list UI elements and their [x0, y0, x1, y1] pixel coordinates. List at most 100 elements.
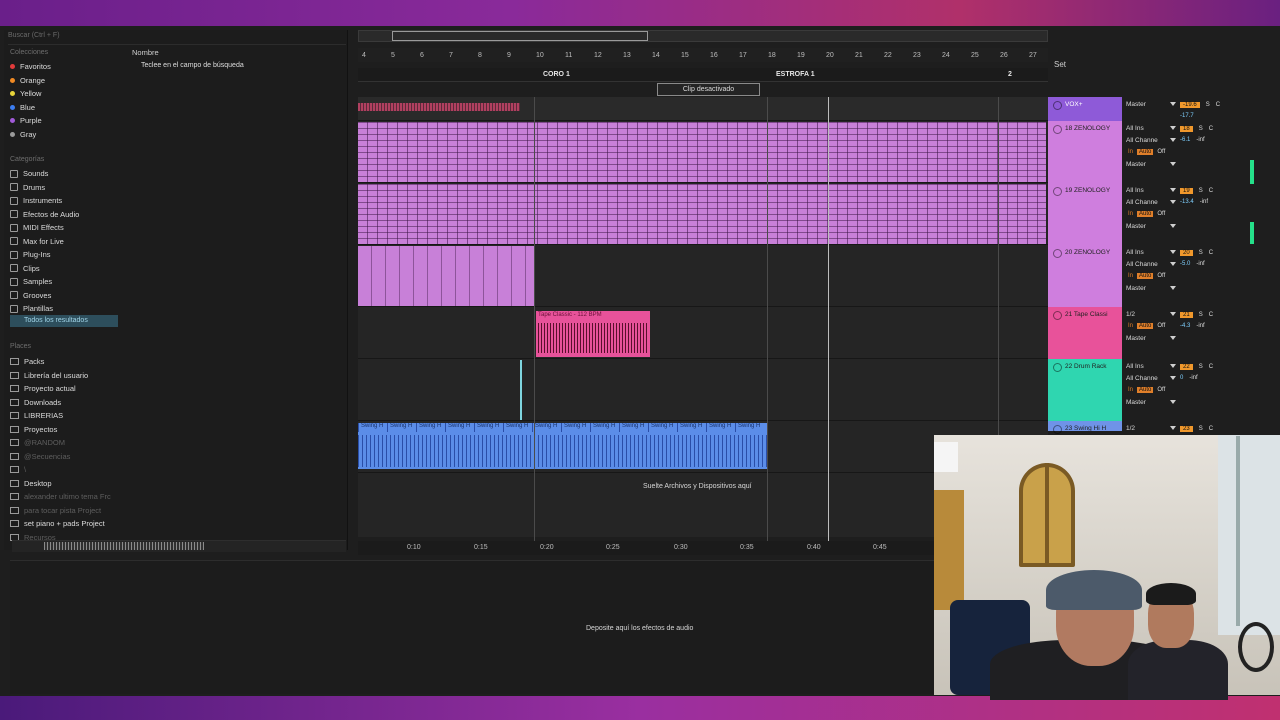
monitor-switch[interactable]: In Auto Off	[1122, 320, 1180, 332]
track-number[interactable]: 18	[1180, 125, 1193, 132]
category-sounds[interactable]: Sounds	[10, 167, 120, 180]
collection-gray[interactable]: Gray	[10, 128, 120, 141]
category-clips[interactable]: Clips	[10, 262, 120, 275]
category-efectos-de-audio[interactable]: Efectos de Audio	[10, 208, 120, 221]
place-item[interactable]: Downloads	[10, 396, 120, 409]
mixer-strip[interactable]: 22 S C 0 -inf	[1180, 361, 1250, 423]
track-name[interactable]: 22 Drum Rack	[1051, 363, 1119, 372]
track-name[interactable]: 18 ZENOLOGY	[1051, 125, 1119, 134]
track-number[interactable]: 21	[1180, 311, 1193, 318]
track-name[interactable]: 21 Tape Classi	[1051, 311, 1119, 320]
monitor-off[interactable]: Off	[1155, 323, 1167, 329]
track-number[interactable]: 23	[1180, 425, 1193, 432]
place-item[interactable]: Proyectos	[10, 423, 120, 436]
volume-value[interactable]: -13.4	[1180, 199, 1194, 205]
pan-knob[interactable]: C	[1209, 426, 1213, 432]
category-midi-effects[interactable]: MIDI Effects	[10, 221, 120, 234]
locator-coro-1[interactable]: CORO 1	[543, 71, 570, 78]
category-grooves[interactable]: Grooves	[10, 289, 120, 302]
input-channel-chooser[interactable]: All Channe	[1122, 134, 1180, 146]
lane-21-tape-classic[interactable]	[358, 307, 1048, 359]
place-item[interactable]: Proyecto actual	[10, 382, 120, 395]
track-header-21[interactable]: 21 Tape Classi	[1048, 307, 1122, 359]
track-number[interactable]: 22	[1180, 363, 1193, 370]
send-value[interactable]: -inf	[1189, 375, 1197, 381]
track-name[interactable]: 23 Swing Hi H	[1051, 425, 1119, 434]
midi-clip-18[interactable]	[358, 122, 1046, 182]
send-value[interactable]: -inf	[1196, 261, 1204, 267]
input-channel-chooser[interactable]: All Channe	[1122, 372, 1180, 384]
monitor-in[interactable]: In	[1126, 149, 1135, 155]
output-chooser[interactable]: Master	[1122, 158, 1180, 170]
mixer-strip[interactable]: -19.6 S C -17.7	[1180, 99, 1250, 123]
monitor-auto[interactable]: Auto	[1137, 273, 1154, 279]
audio-clip-tape-classic[interactable]: Tape Classic - 112 BPM	[536, 311, 650, 357]
monitor-auto[interactable]: Auto	[1137, 211, 1154, 217]
input-channel-chooser[interactable]: All Channe	[1122, 258, 1180, 270]
solo-button[interactable]: S	[1199, 126, 1203, 132]
input-type-chooser[interactable]: All Ins	[1122, 360, 1180, 372]
place-item[interactable]: Librería del usuario	[10, 369, 120, 382]
pan-knob[interactable]: C	[1209, 250, 1213, 256]
place-item[interactable]: Packs	[10, 355, 120, 368]
browser-search-input[interactable]: Buscar (Ctrl + F)	[8, 32, 123, 44]
midi-clip-19[interactable]	[358, 184, 1046, 244]
track-io[interactable]: All Ins All Channe In Auto Off Master	[1122, 122, 1180, 184]
track-header-22[interactable]: 22 Drum Rack	[1048, 359, 1122, 421]
locator-estrofa-1[interactable]: ESTROFA 1	[776, 71, 815, 78]
pan-knob[interactable]: C	[1209, 312, 1213, 318]
collection-yellow[interactable]: Yellow	[10, 87, 120, 100]
output-chooser[interactable]: Master	[1122, 282, 1180, 294]
monitor-switch[interactable]: In Auto Off	[1122, 208, 1180, 220]
pan-knob[interactable]: C	[1209, 188, 1213, 194]
category-plantillas[interactable]: Plantillas	[10, 302, 120, 315]
collection-orange[interactable]: Orange	[10, 74, 120, 87]
pan-knob[interactable]: C	[1209, 364, 1213, 370]
track-header-20[interactable]: 20 ZENOLOGY	[1048, 245, 1122, 307]
monitor-switch[interactable]: In Auto Off	[1122, 270, 1180, 282]
place-item[interactable]: Desktop	[10, 477, 120, 490]
category-plug-ins[interactable]: Plug-Ins	[10, 248, 120, 261]
output-chooser[interactable]: Master	[1122, 332, 1180, 344]
locator-lane[interactable]	[358, 68, 1048, 82]
solo-button[interactable]: S	[1199, 426, 1203, 432]
monitor-in[interactable]: In	[1126, 387, 1135, 393]
track-io[interactable]: 1/2 In Auto Off Master	[1122, 308, 1180, 360]
track-header-18[interactable]: 18 ZENOLOGY	[1048, 121, 1122, 183]
place-item[interactable]: alexander ultimo tema Frc	[10, 490, 120, 503]
track-io[interactable]: All Ins All Channe In Auto Off Master	[1122, 360, 1180, 422]
category-max-for-live[interactable]: Max for Live	[10, 235, 120, 248]
track-number[interactable]: 20	[1180, 249, 1193, 256]
track-name[interactable]: VOX+	[1051, 101, 1119, 110]
solo-button[interactable]: S	[1199, 364, 1203, 370]
input-type-chooser[interactable]: All Ins	[1122, 246, 1180, 258]
place-item[interactable]: para tocar pista Project	[10, 504, 120, 517]
place-item[interactable]: @RANDOM	[10, 436, 120, 449]
vox-automation-strip[interactable]	[358, 103, 520, 111]
track-io[interactable]: Master	[1122, 98, 1180, 122]
monitor-off[interactable]: Off	[1155, 387, 1167, 393]
track-io[interactable]: All Ins All Channe In Auto Off Master	[1122, 246, 1180, 308]
solo-button[interactable]: S	[1199, 250, 1203, 256]
pan-knob[interactable]: C	[1216, 102, 1220, 108]
monitor-in[interactable]: In	[1126, 273, 1135, 279]
solo-button[interactable]: S	[1199, 188, 1203, 194]
detail-view[interactable]	[10, 560, 934, 694]
track-number[interactable]: -19.6	[1180, 101, 1200, 108]
collection-favoritos[interactable]: Favoritos	[10, 60, 120, 73]
place-item[interactable]: LIBRERIAS	[10, 409, 120, 422]
midi-clip-20[interactable]	[358, 246, 534, 306]
output-chooser[interactable]: Master	[1122, 220, 1180, 232]
monitor-auto[interactable]: Auto	[1137, 149, 1154, 155]
track-header-19[interactable]: 19 ZENOLOGY	[1048, 183, 1122, 245]
send-value[interactable]: -inf	[1196, 137, 1204, 143]
track-io[interactable]: All Ins All Channe In Auto Off Master	[1122, 184, 1180, 246]
monitor-switch[interactable]: In Auto Off	[1122, 384, 1180, 396]
mixer-strip[interactable]: 21 S C -4.3 -inf	[1180, 309, 1250, 361]
monitor-switch[interactable]: In Auto Off	[1122, 146, 1180, 158]
volume-value[interactable]: -17.7	[1180, 113, 1194, 119]
column-header-name[interactable]: Nombre	[132, 48, 159, 57]
mixer-strip[interactable]: 18 S C -6.1 -inf	[1180, 123, 1250, 185]
input-type-chooser[interactable]: 1/2	[1122, 422, 1180, 434]
track-io[interactable]: 1/2	[1122, 422, 1180, 432]
